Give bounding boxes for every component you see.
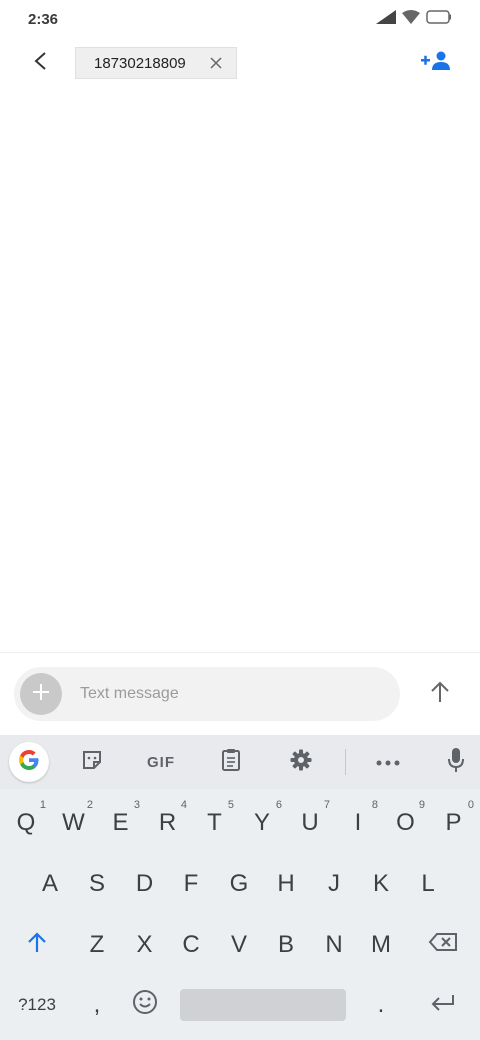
key-e[interactable]: E3 (97, 793, 144, 853)
back-button[interactable] (24, 44, 58, 82)
key-l[interactable]: L (404, 854, 452, 914)
signal-icon (376, 9, 396, 29)
toolbar-separator (345, 749, 346, 775)
message-composer[interactable]: Text message (14, 667, 400, 721)
google-button[interactable] (9, 742, 49, 782)
plus-icon (31, 682, 51, 707)
key-row-1: Q1 W2 E3 R4 T5 Y6 U7 I8 O9 P0 (0, 793, 480, 853)
key-w[interactable]: W2 (50, 793, 97, 853)
composer-divider (0, 652, 480, 653)
key-s[interactable]: S (73, 854, 121, 914)
clipboard-button[interactable] (211, 742, 251, 782)
gif-button[interactable]: GIF (140, 742, 182, 782)
emoji-key[interactable] (121, 975, 168, 1035)
keyboard-toolbar: GIF (0, 735, 480, 789)
key-n[interactable]: N (310, 915, 358, 975)
symbols-key[interactable]: ?123 (2, 975, 72, 1035)
key-d[interactable]: D (121, 854, 168, 914)
key-j[interactable]: J (310, 854, 358, 914)
google-icon (17, 748, 41, 777)
comma-key[interactable]: , (73, 975, 121, 1035)
key-f[interactable]: F (167, 854, 215, 914)
key-o[interactable]: O9 (382, 793, 429, 853)
recipient-chip[interactable]: 18730218809 (75, 47, 237, 79)
key-r[interactable]: R4 (144, 793, 191, 853)
gear-icon (289, 748, 313, 777)
arrow-up-icon (430, 681, 450, 708)
enter-key[interactable] (408, 975, 478, 1035)
key-i[interactable]: I8 (334, 793, 382, 853)
key-t[interactable]: T5 (191, 793, 238, 853)
backspace-key[interactable] (408, 915, 478, 975)
sticker-button[interactable] (72, 742, 112, 782)
arrow-back-icon (33, 51, 49, 76)
attach-button[interactable] (20, 673, 62, 715)
settings-button[interactable] (281, 742, 321, 782)
more-icon (376, 753, 400, 771)
clipboard-icon (221, 748, 241, 777)
key-m[interactable]: M (357, 915, 405, 975)
close-icon[interactable] (210, 57, 222, 69)
status-bar: 2:36 (0, 0, 480, 38)
key-row-2: A S D F G H J K L (0, 854, 480, 914)
key-p[interactable]: P0 (429, 793, 478, 853)
key-g[interactable]: G (215, 854, 263, 914)
key-b[interactable]: B (262, 915, 310, 975)
status-time: 2:36 (28, 10, 59, 28)
key-v[interactable]: V (215, 915, 263, 975)
key-q[interactable]: Q1 (2, 793, 50, 853)
enter-icon (430, 991, 456, 1019)
send-button[interactable] (420, 674, 460, 714)
backspace-icon (428, 931, 458, 959)
shift-icon (27, 931, 47, 960)
key-row-4: ?123 , . (0, 975, 480, 1035)
app-bar: 18730218809 (0, 38, 480, 90)
key-a[interactable]: A (26, 854, 74, 914)
recipient-number: 18730218809 (94, 54, 186, 72)
key-z[interactable]: Z (73, 915, 121, 975)
key-row-3: Z X C V B N M (0, 915, 480, 975)
key-x[interactable]: X (121, 915, 168, 975)
key-h[interactable]: H (262, 854, 310, 914)
gif-label: GIF (147, 753, 175, 771)
keyboard: GIF Q 1 W 2 E 3 R 4 T 5 Y 6 U 7 I 8 O 9 … (0, 735, 480, 1040)
status-icons (376, 9, 452, 29)
voice-input-button[interactable] (436, 742, 476, 782)
shift-key[interactable] (2, 915, 72, 975)
sticker-icon (81, 749, 103, 776)
key-y[interactable]: Y6 (238, 793, 286, 853)
person-add-icon (421, 51, 451, 76)
mic-icon (447, 747, 465, 778)
wifi-icon (402, 9, 420, 29)
battery-icon (426, 9, 452, 29)
key-k[interactable]: K (357, 854, 405, 914)
spacebar-surface (180, 989, 346, 1021)
period-key[interactable]: . (357, 975, 405, 1035)
key-u[interactable]: U7 (286, 793, 334, 853)
add-contact-button[interactable] (418, 48, 454, 78)
key-c[interactable]: C (167, 915, 215, 975)
more-button[interactable] (367, 742, 409, 782)
emoji-icon (132, 989, 158, 1022)
message-input[interactable]: Text message (80, 685, 179, 703)
